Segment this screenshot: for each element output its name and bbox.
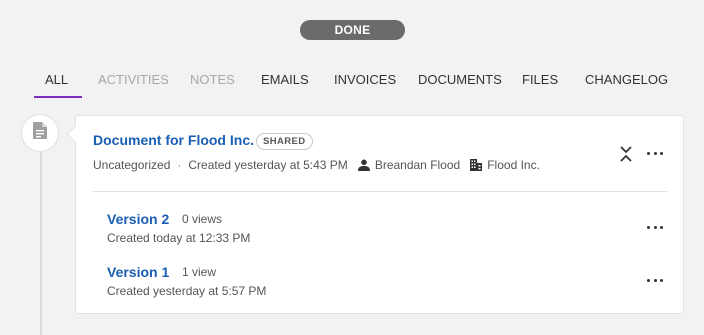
timeline-line — [40, 148, 42, 335]
version-1-created: Created yesterday at 5:57 PM — [107, 284, 267, 298]
version-2-link[interactable]: Version 2 — [107, 211, 169, 227]
version-1-views: 1 view — [182, 265, 217, 279]
activity-tabs: ALL ACTIVITIES NOTES EMAILS INVOICES DOC… — [0, 64, 704, 98]
document-created: Created yesterday at 5:43 PM — [188, 158, 348, 172]
active-tab-indicator — [34, 96, 82, 98]
person-icon — [357, 159, 370, 171]
tab-notes: NOTES — [190, 72, 235, 87]
shared-badge: SHARED — [256, 133, 313, 150]
version-1-more-button[interactable] — [647, 277, 663, 283]
tab-documents[interactable]: DOCUMENTS — [418, 72, 502, 87]
document-category: Uncategorized — [93, 158, 171, 172]
collapse-button[interactable] — [619, 146, 633, 162]
more-horizontal-icon — [660, 225, 663, 229]
timeline-marker — [21, 114, 59, 152]
version-2-more-button[interactable] — [647, 224, 663, 230]
more-horizontal-icon — [660, 151, 663, 155]
more-horizontal-icon — [647, 151, 650, 155]
document-icon — [33, 122, 47, 144]
document-more-button[interactable] — [647, 150, 663, 156]
document-title-link[interactable]: Document for Flood Inc. — [93, 132, 254, 148]
more-horizontal-icon — [647, 278, 650, 282]
document-meta: Uncategorized · Created yesterday at 5:4… — [93, 158, 540, 172]
status-done-button[interactable]: DONE — [300, 20, 405, 40]
building-icon — [470, 159, 483, 171]
version-2-created: Created today at 12:33 PM — [107, 231, 251, 245]
more-horizontal-icon — [653, 278, 657, 282]
collapse-icon — [619, 146, 633, 166]
more-horizontal-icon — [653, 225, 657, 229]
document-owner-link[interactable]: Breandan Flood — [375, 158, 460, 172]
tab-all[interactable]: ALL — [45, 72, 68, 87]
document-card: Document for Flood Inc. SHARED Uncategor… — [75, 115, 684, 314]
tab-changelog[interactable]: CHANGELOG — [585, 72, 668, 87]
version-1-link[interactable]: Version 1 — [107, 264, 169, 280]
tab-files[interactable]: FILES — [522, 72, 558, 87]
more-horizontal-icon — [653, 151, 657, 155]
tab-emails[interactable]: EMAILS — [261, 72, 309, 87]
tab-activities: ACTIVITIES — [98, 72, 169, 87]
tab-invoices[interactable]: INVOICES — [334, 72, 396, 87]
card-pointer-fill — [68, 126, 76, 142]
more-horizontal-icon — [660, 278, 663, 282]
card-divider — [93, 191, 667, 192]
more-horizontal-icon — [647, 225, 650, 229]
meta-separator: · — [177, 158, 182, 172]
version-2-views: 0 views — [182, 212, 223, 226]
document-company-link[interactable]: Flood Inc. — [487, 158, 540, 172]
